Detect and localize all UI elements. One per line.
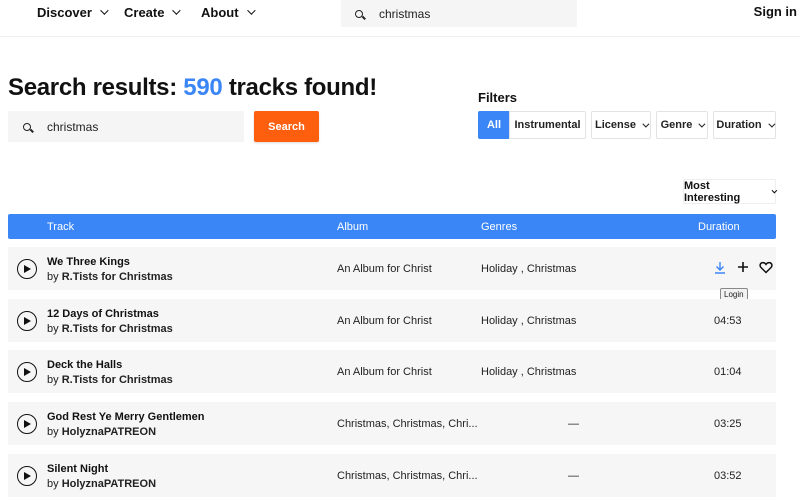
title-suffix: tracks found! bbox=[222, 74, 377, 101]
track-album[interactable]: An Album for Christ bbox=[337, 366, 432, 378]
track-artist: by HolyznaPATREON bbox=[47, 426, 156, 438]
download-icon[interactable] bbox=[713, 260, 727, 274]
track-artist: by R.Tists for Christmas bbox=[47, 323, 173, 335]
play-icon[interactable] bbox=[17, 414, 37, 434]
artist-link[interactable]: HolyznaPATREON bbox=[62, 478, 156, 490]
track-genres: Holiday , Christmas bbox=[481, 263, 577, 275]
header-duration[interactable]: Duration bbox=[698, 221, 740, 233]
by-label: by bbox=[47, 374, 62, 386]
filter-license[interactable]: License bbox=[591, 111, 651, 139]
filter-genre[interactable]: Genre bbox=[656, 111, 708, 139]
table-row[interactable]: We Three Kings by R.Tists for Christmas … bbox=[8, 247, 776, 290]
track-title[interactable]: Deck the Halls bbox=[47, 359, 122, 371]
nav-search-input[interactable] bbox=[379, 6, 559, 21]
nav-create[interactable]: Create bbox=[124, 4, 182, 20]
filter-instrumental-label: Instrumental bbox=[514, 119, 581, 131]
page-title: Search results: 590 tracks found! bbox=[8, 74, 377, 102]
table-row[interactable]: Silent Night by HolyznaPATREON Christmas… bbox=[8, 454, 776, 497]
by-label: by bbox=[47, 478, 62, 490]
track-album[interactable]: An Album for Christ bbox=[337, 263, 432, 275]
chevron-down-icon bbox=[642, 120, 650, 128]
filter-all[interactable]: All bbox=[478, 111, 510, 139]
artist-link[interactable]: R.Tists for Christmas bbox=[62, 271, 173, 283]
track-genres: Holiday , Christmas bbox=[481, 315, 577, 327]
track-album[interactable]: An Album for Christ bbox=[337, 315, 432, 327]
search-button[interactable]: Search bbox=[254, 111, 319, 142]
chevron-down-icon bbox=[698, 120, 706, 128]
track-genres: — bbox=[568, 470, 579, 482]
track-title[interactable]: God Rest Ye Merry Gentlemen bbox=[47, 411, 205, 423]
play-icon[interactable] bbox=[17, 466, 37, 486]
sort-dropdown[interactable]: Most Interesting bbox=[683, 179, 778, 204]
track-duration: 04:53 bbox=[714, 315, 742, 327]
filter-duration[interactable]: Duration bbox=[713, 111, 776, 139]
track-duration: 03:52 bbox=[714, 470, 742, 482]
filter-all-label: All bbox=[486, 119, 502, 131]
main-search-box bbox=[8, 111, 244, 142]
filters-label: Filters bbox=[478, 90, 518, 105]
results-count: 590 bbox=[183, 74, 223, 101]
by-label: by bbox=[47, 426, 62, 438]
sort-selected: Most Interesting bbox=[684, 179, 741, 204]
header-album[interactable]: Album bbox=[337, 221, 368, 233]
chevron-down-icon bbox=[172, 6, 182, 15]
by-label: by bbox=[47, 323, 62, 335]
track-artist: by R.Tists for Christmas bbox=[47, 374, 173, 386]
track-album[interactable]: Christmas, Christmas, Chri... bbox=[337, 418, 478, 430]
row-actions bbox=[713, 260, 773, 274]
search-icon bbox=[355, 9, 363, 18]
track-artist: by HolyznaPATREON bbox=[47, 478, 156, 490]
play-icon[interactable] bbox=[17, 362, 37, 382]
nav-search-box bbox=[341, 0, 577, 27]
track-genres: Holiday , Christmas bbox=[481, 366, 577, 378]
search-icon bbox=[23, 122, 31, 131]
track-genres: — bbox=[568, 418, 579, 430]
filter-license-label: License bbox=[595, 119, 636, 131]
nav-about-label: About bbox=[201, 4, 239, 20]
main-search-input[interactable] bbox=[47, 119, 227, 134]
track-title[interactable]: Silent Night bbox=[47, 463, 108, 475]
header-track[interactable]: Track bbox=[47, 221, 74, 233]
track-title[interactable]: 12 Days of Christmas bbox=[47, 308, 159, 320]
chevron-down-icon bbox=[246, 6, 256, 15]
track-duration: 03:25 bbox=[714, 418, 742, 430]
play-icon[interactable] bbox=[17, 259, 37, 279]
chevron-down-icon bbox=[767, 120, 776, 128]
track-title[interactable]: We Three Kings bbox=[47, 256, 130, 268]
table-row[interactable]: 12 Days of Christmas by R.Tists for Chri… bbox=[8, 299, 776, 342]
nav-about[interactable]: About bbox=[201, 4, 256, 20]
nav-create-label: Create bbox=[124, 4, 165, 20]
filter-genre-label: Genre bbox=[660, 119, 693, 131]
title-prefix: Search results: bbox=[8, 74, 184, 101]
chevron-down-icon bbox=[771, 187, 778, 193]
heart-icon[interactable] bbox=[759, 260, 773, 274]
chevron-down-icon bbox=[100, 6, 109, 15]
sign-in-link[interactable]: Sign in bbox=[754, 4, 797, 19]
artist-link[interactable]: R.Tists for Christmas bbox=[62, 374, 173, 386]
track-duration: 01:04 bbox=[714, 366, 742, 378]
track-album[interactable]: Christmas, Christmas, Chri... bbox=[337, 470, 478, 482]
table-row[interactable]: God Rest Ye Merry Gentlemen by HolyznaPA… bbox=[8, 402, 776, 445]
header-genres[interactable]: Genres bbox=[481, 221, 517, 233]
filter-duration-label: Duration bbox=[716, 119, 762, 131]
add-icon[interactable] bbox=[736, 260, 750, 274]
table-row[interactable]: Deck the Halls by R.Tists for Christmas … bbox=[8, 350, 776, 393]
filter-instrumental[interactable]: Instrumental bbox=[509, 111, 586, 139]
by-label: by bbox=[47, 271, 62, 283]
play-icon[interactable] bbox=[17, 311, 37, 331]
nav-discover-label: Discover bbox=[37, 4, 92, 20]
artist-link[interactable]: R.Tists for Christmas bbox=[62, 323, 173, 335]
artist-link[interactable]: HolyznaPATREON bbox=[62, 426, 156, 438]
top-navigation: Discover Create About Sign in bbox=[0, 0, 800, 37]
nav-discover[interactable]: Discover bbox=[37, 4, 109, 20]
track-artist: by R.Tists for Christmas bbox=[47, 271, 173, 283]
table-header: Track Album Genres Duration bbox=[8, 214, 776, 239]
